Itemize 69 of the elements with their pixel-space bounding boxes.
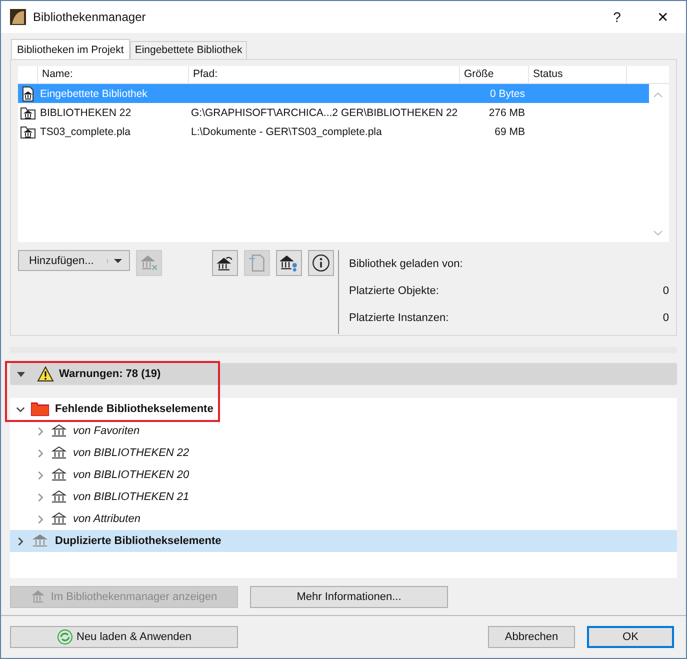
info-button[interactable]: [308, 250, 334, 276]
tree-item[interactable]: von Attributen: [10, 508, 677, 530]
more-info-button[interactable]: Mehr Informationen...: [250, 586, 448, 608]
tree-item[interactable]: Duplizierte Bibliothekselemente: [10, 530, 677, 552]
refresh-icon: [56, 629, 72, 645]
tab[interactable]: Eingebettete Bibliothek: [130, 41, 248, 59]
table-cell-text: L:\Dokumente - GER\TS03_complete.pla: [190, 126, 383, 138]
chevron-icon: [36, 492, 45, 502]
library-arrow-icon: [216, 254, 234, 272]
close-button[interactable]: ✕: [640, 9, 686, 25]
column-header[interactable]: Name:: [38, 66, 189, 83]
ok-button[interactable]: OK: [587, 626, 674, 648]
tab[interactable]: Bibliotheken im Projekt: [11, 39, 130, 59]
chevron-icon: [36, 448, 45, 458]
chevron-icon: [16, 536, 25, 546]
table-cell-text: TS03_complete.pla: [39, 126, 132, 138]
info-value: 0: [662, 312, 669, 324]
library-icon: [51, 512, 67, 526]
library-icon: [31, 534, 49, 548]
info-label: Platzierte Instanzen:: [349, 312, 449, 324]
library-settings-button[interactable]: [276, 250, 302, 276]
chevron-icon: [36, 470, 45, 480]
scroll-up-icon[interactable]: [653, 92, 663, 98]
embed-library-button[interactable]: [244, 250, 270, 276]
app-logo-icon: [10, 9, 26, 25]
folder-icon: [31, 402, 49, 416]
cancel-button[interactable]: Abbrechen: [488, 626, 575, 648]
table-cell-text: Eingebettete Bibliothek: [39, 88, 148, 100]
chevron-icon: [16, 404, 25, 414]
expand-triangle-icon: [17, 372, 25, 376]
table-cell-text: 0 Bytes: [488, 88, 526, 100]
tree-item[interactable]: von BIBLIOTHEKEN 21: [10, 486, 677, 508]
chevron-icon: [36, 514, 45, 524]
table-cell-text: 69 MB: [494, 126, 526, 138]
table-cell-text: 276 MB: [488, 106, 526, 118]
scroll-down-icon[interactable]: [653, 230, 663, 236]
column-header[interactable]: Größe: [460, 66, 529, 83]
caret-icon: [107, 258, 122, 262]
info-value: 0: [662, 284, 669, 296]
tree-item[interactable]: von BIBLIOTHEKEN 20: [10, 464, 677, 486]
tree-item[interactable]: von BIBLIOTHEKEN 22: [10, 442, 677, 464]
library-icon: [51, 424, 67, 438]
column-header[interactable]: Pfad:: [189, 66, 460, 83]
reload-library-button[interactable]: [212, 250, 238, 276]
column-header[interactable]: Status: [529, 66, 627, 83]
warning-icon: [37, 366, 54, 382]
library-gear-icon: [280, 254, 298, 272]
window-title: Bibliothekenmanager: [33, 10, 147, 24]
table-row[interactable]: BIBLIOTHEKEN 22 G:\GRAPHISOFT\ARCHICA...2 GER\BIBLIOTHEKEN 22 276 MB: [18, 103, 649, 122]
info-label: Bibliothek geladen von:: [349, 258, 463, 270]
library-icon: [51, 468, 67, 482]
table-row[interactable]: TS03_complete.pla L:\Dokumente - GER\TS03_complete.pla 69 MB: [18, 122, 649, 141]
library-icon: [30, 589, 47, 605]
library-icon: [51, 446, 67, 460]
tree-item[interactable]: von Favoriten: [10, 420, 677, 442]
add-dropdown-button[interactable]: Hinzufügen...: [18, 250, 130, 271]
library-x-icon: [140, 254, 158, 272]
library-icon: [51, 490, 67, 504]
info-label: Platzierte Objekte:: [349, 284, 439, 296]
reload-apply-button[interactable]: Neu laden & Anwenden: [10, 626, 238, 648]
remove-library-button[interactable]: [136, 250, 162, 276]
chevron-icon: [36, 426, 45, 436]
table-cell-text: G:\GRAPHISOFT\ARCHICA...2 GER\BIBLIOTHEKEN 22: [190, 106, 459, 118]
table-cell-text: BIBLIOTHEKEN 22: [39, 106, 132, 118]
help-button[interactable]: ?: [594, 9, 640, 25]
warnings-header[interactable]: Warnungen: 78 (19): [10, 363, 677, 385]
tree-item[interactable]: Fehlende Bibliothekselemente: [10, 398, 677, 420]
document-icon: [248, 254, 266, 272]
info-icon: [312, 254, 330, 272]
